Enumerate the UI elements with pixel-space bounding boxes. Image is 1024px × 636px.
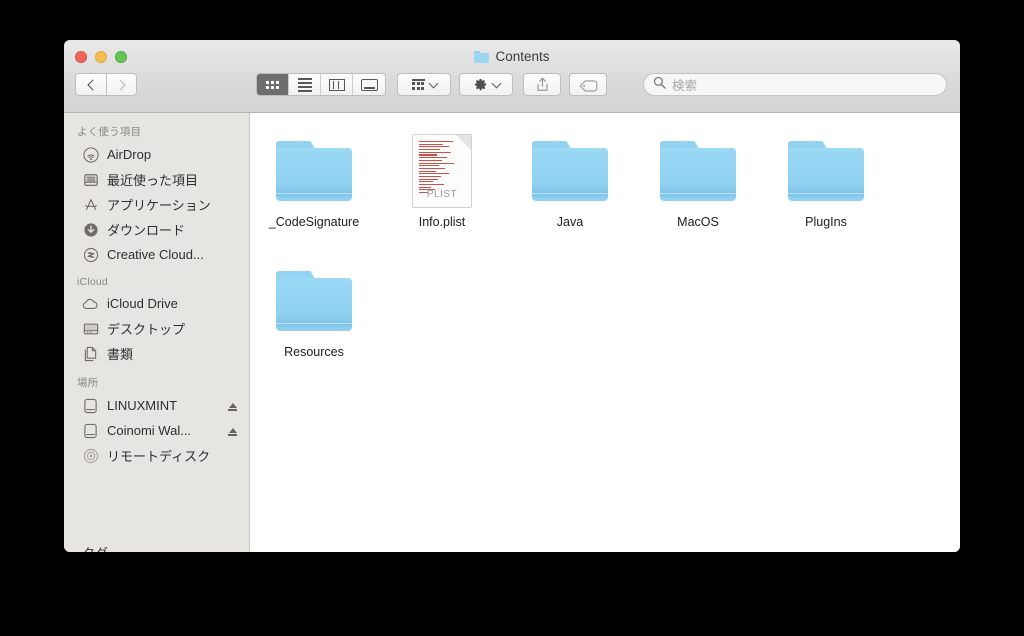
desktop-icon: [82, 320, 99, 337]
maximize-button[interactable]: [115, 51, 127, 63]
sidebar-item-label: 書類: [107, 347, 134, 362]
tag-button[interactable]: [569, 73, 607, 96]
sidebar-section-favorites-title: よく使う項目: [77, 126, 142, 138]
downloads-icon: [82, 221, 99, 238]
file-label: _CodeSignature: [268, 215, 360, 229]
search-placeholder: 検索: [672, 79, 698, 93]
arrange-icon: [411, 79, 425, 90]
back-button[interactable]: [75, 73, 106, 96]
sidebar-item-downloads[interactable]: ダウンロード: [64, 217, 249, 242]
folder-icon: [276, 141, 352, 201]
chevron-left-icon: [86, 78, 99, 91]
minimize-button[interactable]: [95, 51, 107, 63]
folder-icon: [532, 141, 608, 201]
view-mode-group: [256, 73, 386, 96]
file-label: Info.plist: [418, 215, 466, 229]
sidebar-item-label: AirDrop: [107, 147, 152, 162]
sidebar-item-remote-disc[interactable]: リモートディスク: [64, 443, 249, 468]
sidebar-item-label: Coinomi Wal...: [107, 423, 192, 438]
file-item[interactable]: MacOS: [634, 127, 762, 257]
document-kind-label: PLIST: [426, 189, 458, 200]
file-label: MacOS: [677, 215, 719, 229]
close-button[interactable]: [75, 51, 87, 63]
sidebar-item-creative-cloud[interactable]: Creative Cloud...: [64, 242, 249, 267]
forward-button[interactable]: [106, 73, 137, 96]
creative-cloud-icon: [82, 246, 99, 263]
folder-icon: [660, 141, 736, 201]
window-title: Contents: [64, 49, 960, 64]
arrange-button[interactable]: [397, 73, 451, 96]
folder-icon: [474, 50, 490, 63]
list-view-button[interactable]: [289, 74, 321, 95]
gear-icon: [473, 77, 488, 92]
sidebar-item-recents[interactable]: 最近使った項目: [64, 167, 249, 192]
sidebar-item-label: Creative Cloud...: [107, 247, 204, 262]
traffic-lights: [75, 51, 127, 63]
file-label: Resources: [284, 345, 344, 359]
sidebar-item-documents[interactable]: 書類: [64, 341, 249, 366]
coverflow-view-icon: [360, 78, 378, 91]
eject-icon[interactable]: [228, 425, 237, 436]
sidebar-item-airdrop[interactable]: AirDrop: [64, 142, 249, 167]
file-item[interactable]: Java: [506, 127, 634, 257]
sidebar-item-label: リモートディスク: [107, 449, 211, 464]
tag-icon: [579, 79, 598, 92]
sidebar-section-icloud-title: iCloud: [77, 276, 108, 288]
file-label: Java: [556, 215, 584, 229]
file-item[interactable]: PlugIns: [762, 127, 890, 257]
sidebar-item-icloud-drive[interactable]: iCloud Drive: [64, 291, 249, 316]
sidebar-item-coinomi-wallet[interactable]: Coinomi Wal...: [64, 418, 249, 443]
sidebar-item-label: 最近使った項目: [107, 173, 199, 188]
applications-icon: [82, 196, 99, 213]
folder-icon: [788, 141, 864, 201]
share-button[interactable]: [523, 73, 561, 96]
window-body: よく使う項目 AirDrop 最近使った項目 アプリケーション ダウンロード C…: [64, 113, 960, 552]
folder-icon: [276, 271, 352, 331]
search-input[interactable]: 検索: [643, 73, 947, 96]
titlebar-toolbar: Contents 検索: [64, 40, 960, 113]
file-item[interactable]: PLIST Info.plist: [378, 127, 506, 257]
plist-document-icon: PLIST: [412, 134, 472, 208]
navigation-buttons: [75, 73, 137, 96]
sidebar-item-label: ダウンロード: [107, 223, 186, 238]
documents-icon: [82, 345, 99, 362]
drive-icon: [82, 397, 99, 414]
sidebar-item-label: デスクトップ: [107, 322, 186, 337]
sidebar-item-label: アプリケーション: [107, 198, 211, 213]
chevron-right-icon: [114, 78, 126, 91]
sidebar-item-desktop[interactable]: デスクトップ: [64, 316, 249, 341]
search-icon: [653, 76, 666, 94]
sidebar: よく使う項目 AirDrop 最近使った項目 アプリケーション ダウンロード C…: [64, 113, 250, 552]
share-icon: [536, 77, 549, 92]
grid-view-icon: [266, 80, 279, 89]
chevron-down-icon: [428, 78, 438, 88]
file-label: PlugIns: [805, 215, 847, 229]
cloud-icon: [82, 295, 99, 312]
icon-view-button[interactable]: [257, 74, 289, 95]
airdrop-icon: [82, 146, 99, 163]
sidebar-section-locations-title: 場所: [77, 377, 99, 389]
sidebar-item-linuxmint[interactable]: LINUXMINT: [64, 393, 249, 418]
list-view-icon: [297, 77, 312, 92]
finder-window: Contents 検索 よく使う項目 AirDrop 最近使った項目 アプリケー…: [64, 40, 960, 552]
action-menu-button[interactable]: [459, 73, 513, 96]
column-view-button[interactable]: [321, 74, 353, 95]
window-title-text: Contents: [495, 49, 550, 64]
eject-icon[interactable]: [228, 400, 237, 411]
recents-icon: [82, 171, 99, 188]
file-item[interactable]: Resources: [250, 257, 378, 387]
remote-disc-icon: [82, 447, 99, 464]
file-grid: _CodeSignature PLIST Info.plist Java Mac…: [250, 127, 960, 387]
column-view-icon: [328, 78, 345, 91]
drive-icon: [82, 422, 99, 439]
file-item[interactable]: _CodeSignature: [250, 127, 378, 257]
sidebar-item-applications[interactable]: アプリケーション: [64, 192, 249, 217]
sidebar-clipped-item[interactable]: タグ: [82, 546, 108, 552]
sidebar-item-label: iCloud Drive: [107, 296, 178, 311]
chevron-down-icon: [491, 78, 501, 88]
coverflow-view-button[interactable]: [353, 74, 385, 95]
sidebar-item-label: LINUXMINT: [107, 398, 178, 413]
file-browser-content[interactable]: _CodeSignature PLIST Info.plist Java Mac…: [250, 113, 960, 552]
